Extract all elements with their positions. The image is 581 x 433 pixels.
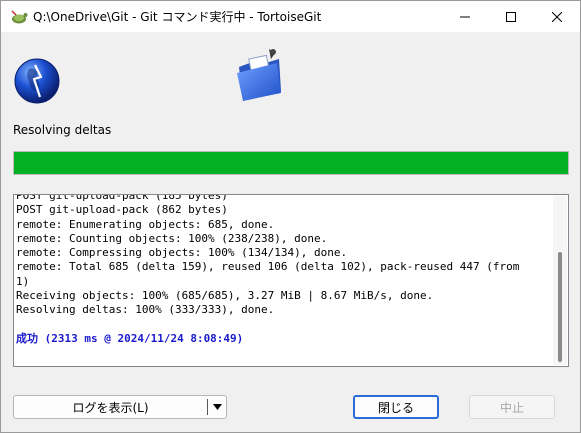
- chevron-down-icon: [213, 404, 222, 410]
- log-line: 成功 (2313 ms @ 2024/11/24 8:08:49): [16, 331, 244, 345]
- show-log-dropdown[interactable]: [209, 396, 226, 418]
- maximize-button[interactable]: [488, 1, 534, 32]
- minimize-button[interactable]: [442, 1, 488, 32]
- folder-icon: [237, 49, 281, 101]
- log-line: remote: Total 685 (delta 159), reused 10…: [16, 260, 520, 274]
- status-label: Resolving deltas: [13, 123, 112, 137]
- log-line: remote: Compressing objects: 100% (134/1…: [16, 246, 348, 260]
- stop-button[interactable]: 中止: [469, 395, 555, 419]
- log-line: POST git-upload-pack (862 bytes): [16, 203, 228, 217]
- progress-bar: [13, 151, 569, 175]
- split-divider: [207, 399, 208, 415]
- title-bar[interactable]: Q:\OneDrive\Git - Git コマンド実行中 - Tortoise…: [1, 1, 580, 32]
- scrollbar-thumb[interactable]: [558, 252, 562, 362]
- log-scrollbar[interactable]: [553, 196, 567, 365]
- globe-icon: [14, 58, 60, 104]
- window-title: Q:\OneDrive\Git - Git コマンド実行中 - Tortoise…: [33, 10, 322, 24]
- tortoisegit-progress-window: Q:\OneDrive\Git - Git コマンド実行中 - Tortoise…: [0, 0, 581, 433]
- show-log-button[interactable]: ログを表示(L): [14, 396, 207, 418]
- log-line: Receiving objects: 100% (685/685), 3.27 …: [16, 289, 434, 303]
- progress-fill: [14, 152, 568, 174]
- close-icon: [552, 11, 562, 22]
- minimize-icon: [460, 16, 470, 17]
- close-button[interactable]: 閉じる: [353, 395, 439, 419]
- tortoisegit-icon: [11, 10, 28, 24]
- log-line: remote: Counting objects: 100% (238/238)…: [16, 231, 328, 245]
- log-text: POST git-upload-pack (185 bytes) POST git…: [16, 194, 552, 346]
- log-line: Resolving deltas: 100% (333/333), done.: [16, 303, 275, 317]
- log-line: 1): [16, 274, 30, 288]
- log-line: remote: Enumerating objects: 685, done.: [16, 217, 275, 231]
- log-output[interactable]: POST git-upload-pack (185 bytes) POST git…: [13, 194, 569, 367]
- show-log-split-button[interactable]: ログを表示(L): [13, 395, 227, 419]
- log-line: POST git-upload-pack (185 bytes): [16, 194, 228, 202]
- window-close-button[interactable]: [534, 1, 580, 32]
- maximize-icon: [506, 11, 516, 22]
